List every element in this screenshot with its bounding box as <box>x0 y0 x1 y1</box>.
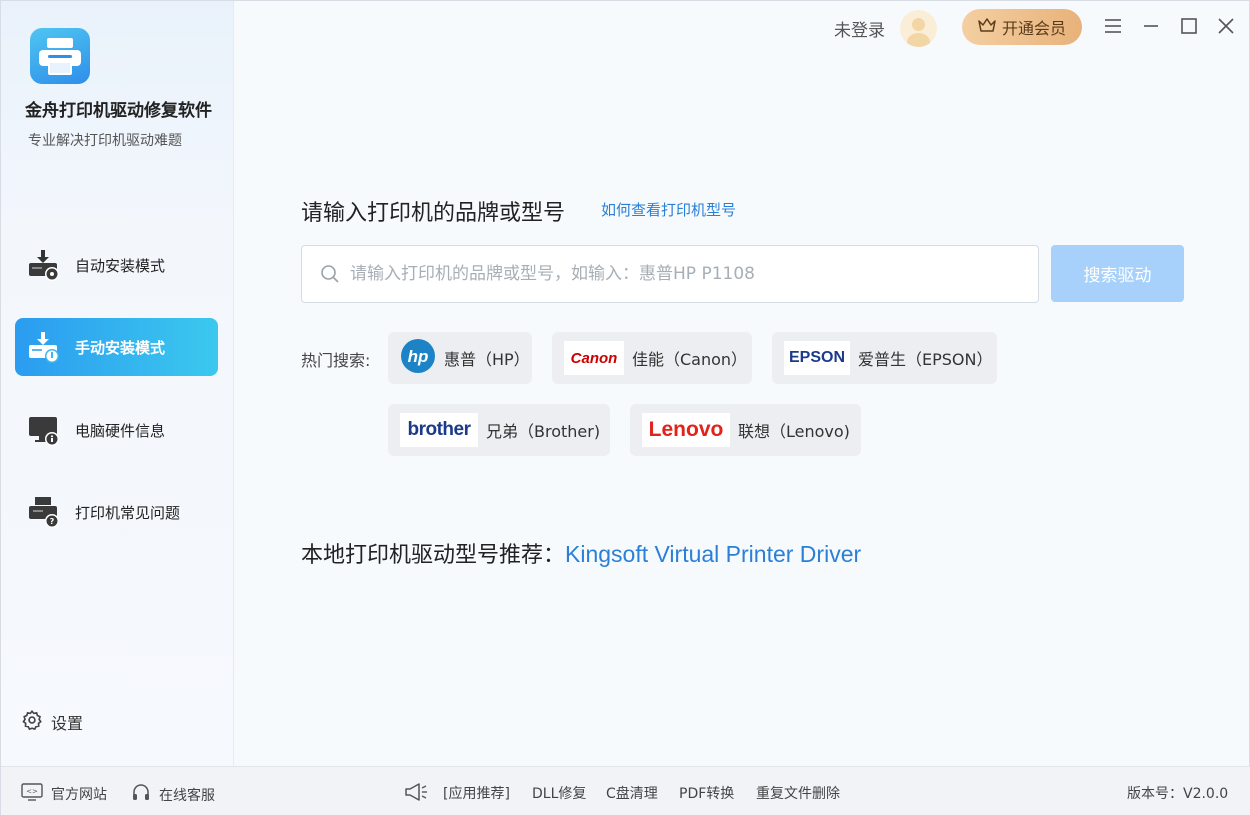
printer-download-hand-icon <box>27 330 61 364</box>
search-input[interactable] <box>350 246 1030 302</box>
official-website-label: 官方网站 <box>51 787 107 803</box>
search-box <box>301 245 1039 303</box>
brand-name: 兄弟（Brother) <box>486 422 601 441</box>
monitor-icon: <> <box>21 783 43 805</box>
avatar[interactable] <box>900 10 937 47</box>
page-title: 请输入打印机的品牌或型号 <box>301 201 566 226</box>
hot-search-label: 热门搜索: <box>301 351 371 370</box>
settings-button[interactable]: 设置 <box>21 709 83 735</box>
lenovo-logo-icon: Lenovo <box>642 413 730 447</box>
svg-text:hp: hp <box>408 347 429 366</box>
sidebar-item-label: 电脑硬件信息 <box>75 421 166 440</box>
brand-chip-epson[interactable]: EPSON 爱普生（EPSON） <box>772 332 997 384</box>
app-logo-printer-icon <box>30 28 90 84</box>
brother-logo-icon: brother <box>400 413 478 447</box>
sidebar-item-hardware-info[interactable]: 电脑硬件信息 <box>15 401 218 459</box>
brand-name: 爱普生（EPSON） <box>858 350 993 369</box>
sidebar-item-manual-install[interactable]: 手动安装模式 <box>15 318 218 376</box>
monitor-info-icon <box>27 413 61 447</box>
online-support-link[interactable]: 在线客服 <box>131 783 215 807</box>
megaphone-icon <box>403 780 429 808</box>
official-website-link[interactable]: <> 官方网站 <box>21 783 107 805</box>
brand-name: 佳能（Canon） <box>632 350 748 369</box>
svg-text:?: ? <box>50 517 55 526</box>
brand-name: 联想（Lenovo) <box>738 422 850 441</box>
recommend-label: 本地打印机驱动型号推荐： <box>301 543 566 568</box>
vip-label: 开通会员 <box>1001 19 1066 38</box>
crown-icon <box>978 17 996 37</box>
app-link-c-drive-clean[interactable]: C盘清理 <box>606 783 658 803</box>
printer-download-gear-icon <box>27 248 61 282</box>
settings-label: 设置 <box>51 714 84 733</box>
sidebar-item-auto-install[interactable]: 自动安装模式 <box>15 236 218 294</box>
menu-icon[interactable] <box>1102 15 1124 37</box>
canon-logo-icon: Canon <box>564 341 624 375</box>
search-driver-button[interactable]: 搜索驱动 <box>1051 245 1184 302</box>
help-link[interactable]: 如何查看打印机型号 <box>601 199 736 220</box>
app-link-dll-repair[interactable]: DLL修复 <box>532 783 586 803</box>
brand-name: 惠普（HP） <box>444 350 530 369</box>
hp-logo-icon: hp <box>400 338 436 378</box>
footer: <> 官方网站 在线客服 [应用推荐] DLL修复 C盘清理 PDF转换 重复文… <box>1 766 1250 815</box>
printer-question-icon: ? <box>27 495 61 529</box>
login-status[interactable]: 未登录 <box>834 16 885 41</box>
minimize-icon[interactable] <box>1140 15 1162 37</box>
version-label: 版本号：V2.0.0 <box>1127 786 1229 802</box>
app-recommend-label: [应用推荐] <box>443 786 510 802</box>
sidebar-item-label: 打印机常见问题 <box>75 503 181 522</box>
app-title: 金舟打印机驱动修复软件 <box>25 101 212 121</box>
close-icon[interactable] <box>1215 15 1237 37</box>
maximize-icon[interactable] <box>1178 15 1200 37</box>
gear-icon <box>21 709 43 735</box>
app-link-duplicate-file-remove[interactable]: 重复文件删除 <box>756 783 840 803</box>
svg-text:<>: <> <box>26 788 38 796</box>
recommend-driver-link[interactable]: Kingsoft Virtual Printer Driver <box>565 541 861 567</box>
vip-button[interactable]: 开通会员 <box>962 9 1082 45</box>
app-link-pdf-convert[interactable]: PDF转换 <box>679 783 734 803</box>
sidebar: 金舟打印机驱动修复软件 专业解决打印机驱动难题 自动安装模式 手动安装模式 电脑… <box>1 1 234 766</box>
sidebar-item-printer-faq[interactable]: ? 打印机常见问题 <box>15 483 218 541</box>
app-subtitle: 专业解决打印机驱动难题 <box>28 133 182 149</box>
sidebar-item-label: 手动安装模式 <box>75 338 166 357</box>
brand-chip-hp[interactable]: hp 惠普（HP） <box>388 332 532 384</box>
search-icon <box>320 264 340 288</box>
online-support-label: 在线客服 <box>159 788 215 804</box>
app-window: 金舟打印机驱动修复软件 专业解决打印机驱动难题 自动安装模式 手动安装模式 电脑… <box>0 0 1250 815</box>
brand-chip-brother[interactable]: brother 兄弟（Brother) <box>388 404 610 456</box>
epson-logo-icon: EPSON <box>784 341 850 375</box>
sidebar-item-label: 自动安装模式 <box>75 256 166 275</box>
brand-chip-lenovo[interactable]: Lenovo 联想（Lenovo) <box>630 404 861 456</box>
headset-icon <box>131 783 151 807</box>
brand-chip-canon[interactable]: Canon 佳能（Canon） <box>552 332 752 384</box>
recommend-line: 本地打印机驱动型号推荐：Kingsoft Virtual Printer Dri… <box>301 537 861 569</box>
